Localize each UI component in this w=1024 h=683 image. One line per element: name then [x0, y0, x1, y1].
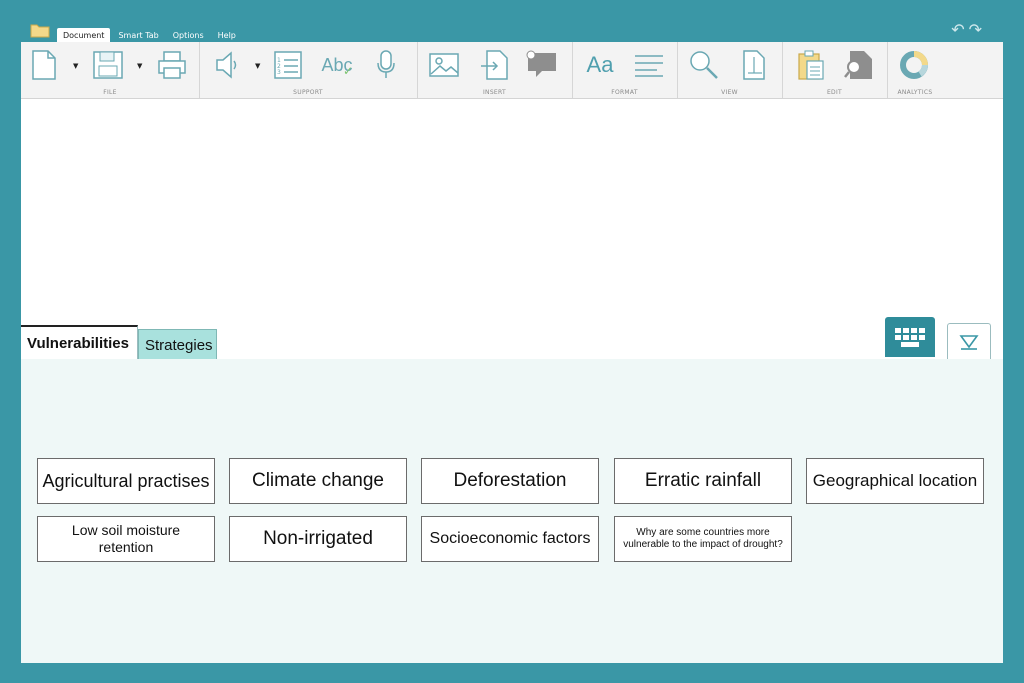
group-label-view: VIEW — [721, 89, 738, 96]
ribbon-group-format: Aa FORMAT — [572, 42, 678, 98]
ribbon: ▼ ▼ FILE ▼ 123 Abc ✓ SUPPORT INSERT Aa F… — [21, 42, 1003, 99]
menu-tabs: Document Smart Tab Options Help — [57, 28, 244, 42]
font-icon[interactable]: Aa — [580, 48, 620, 82]
insert-file-icon[interactable] — [477, 48, 511, 82]
word-bank-panel: Agricultural practises Climate change De… — [21, 359, 1003, 663]
paste-icon[interactable] — [794, 48, 828, 82]
word-card[interactable]: Why are some countries more vulnerable t… — [614, 516, 792, 562]
menu-tab-smart-tab[interactable]: Smart Tab — [112, 29, 164, 42]
menu-tab-help[interactable]: Help — [212, 29, 242, 42]
folder-icon[interactable] — [30, 22, 50, 38]
font-icon-text: Aa — [586, 52, 614, 77]
undo-icon[interactable]: ↶ — [951, 22, 964, 38]
spellcheck-icon[interactable]: Abc ✓ — [317, 48, 357, 82]
keyboard-icon — [895, 328, 925, 347]
numbered-list-icon[interactable]: 123 — [271, 48, 305, 82]
analytics-donut-icon[interactable] — [897, 48, 931, 82]
filter-icon — [959, 335, 979, 350]
new-document-icon[interactable] — [27, 48, 61, 82]
document-area[interactable] — [21, 99, 1003, 321]
insert-image-icon[interactable] — [427, 48, 461, 82]
word-card[interactable]: Erratic rainfall — [614, 458, 792, 504]
search-icon[interactable] — [687, 48, 721, 82]
panel-tabs: Vulnerabilities Strategies — [21, 317, 1003, 360]
tab-strategies[interactable]: Strategies — [138, 329, 217, 360]
ribbon-group-file: ▼ ▼ FILE — [21, 42, 200, 98]
word-card[interactable]: Geographical location — [806, 458, 984, 504]
redo-icon[interactable]: ↷ — [969, 22, 982, 38]
save-dropdown-arrow[interactable]: ▼ — [137, 62, 142, 70]
ribbon-group-support: ▼ 123 Abc ✓ SUPPORT — [199, 42, 418, 98]
app-window: ▼ ▼ FILE ▼ 123 Abc ✓ SUPPORT INSERT Aa F… — [21, 42, 1003, 663]
save-icon[interactable] — [91, 48, 125, 82]
new-dropdown-arrow[interactable]: ▼ — [73, 62, 78, 70]
ribbon-group-insert: INSERT — [417, 42, 573, 98]
group-label-insert: INSERT — [482, 89, 507, 96]
ribbon-group-analytics: ANALYTICS — [887, 42, 943, 98]
print-icon[interactable] — [155, 48, 189, 82]
word-card[interactable]: Low soil moisture retention — [37, 516, 215, 562]
title-bar: Document Smart Tab Options Help ↶ ↷ — [20, 18, 1004, 42]
word-card[interactable]: Deforestation — [421, 458, 599, 504]
word-card[interactable]: Climate change — [229, 458, 407, 504]
filter-button[interactable] — [947, 323, 991, 360]
comment-icon[interactable] — [525, 48, 559, 82]
menu-tab-document[interactable]: Document — [57, 28, 111, 42]
svg-text:3: 3 — [277, 69, 281, 76]
ribbon-group-edit: EDIT — [782, 42, 888, 98]
speaker-dropdown-arrow[interactable]: ▼ — [255, 62, 260, 70]
menu-tab-options[interactable]: Options — [167, 29, 210, 42]
group-label-support: SUPPORT — [293, 89, 323, 96]
microphone-icon[interactable] — [369, 48, 403, 82]
keyboard-button[interactable] — [885, 317, 935, 357]
group-label-file: FILE — [103, 89, 117, 96]
word-card[interactable]: Non-irrigated — [229, 516, 407, 562]
undo-redo: ↶ ↷ — [951, 22, 982, 38]
find-replace-icon[interactable] — [842, 48, 876, 82]
speaker-icon[interactable] — [209, 48, 243, 82]
page-size-icon[interactable] — [737, 48, 771, 82]
paragraph-icon[interactable] — [632, 48, 666, 82]
word-card[interactable]: Agricultural practises — [37, 458, 215, 504]
ribbon-group-view: VIEW — [677, 42, 783, 98]
tab-vulnerabilities[interactable]: Vulnerabilities — [21, 325, 138, 360]
group-label-edit: EDIT — [826, 89, 843, 96]
group-label-format: FORMAT — [611, 89, 638, 96]
word-card[interactable]: Socioeconomic factors — [421, 516, 599, 562]
group-label-analytics: ANALYTICS — [897, 89, 933, 96]
